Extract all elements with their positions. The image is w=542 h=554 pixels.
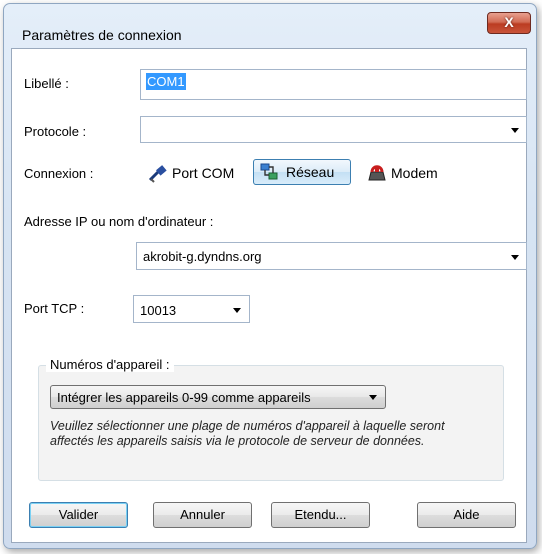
port-tcp-value: 10013 bbox=[140, 303, 177, 318]
chevron-down-icon bbox=[511, 255, 519, 260]
annuler-button[interactable]: Annuler bbox=[153, 502, 252, 528]
connexion-option-reseau[interactable]: Réseau bbox=[253, 159, 351, 185]
port-tcp-label: Port TCP : bbox=[24, 301, 85, 316]
port-com-icon bbox=[148, 163, 168, 183]
libelle-value: COM1 bbox=[146, 73, 186, 90]
libelle-label: Libellé : bbox=[24, 76, 69, 91]
adresse-value: akrobit-g.dyndns.org bbox=[143, 249, 262, 264]
network-icon bbox=[260, 163, 278, 181]
connexion-option-modem[interactable]: Modem bbox=[366, 162, 438, 184]
connexion-option-port-com[interactable]: Port COM bbox=[148, 163, 234, 183]
modem-icon bbox=[366, 162, 388, 184]
chevron-down-icon bbox=[369, 395, 377, 400]
close-button[interactable]: X bbox=[487, 12, 531, 34]
port-tcp-combobox[interactable]: 10013 bbox=[133, 295, 250, 323]
port-com-label: Port COM bbox=[172, 165, 235, 181]
chevron-down-icon bbox=[233, 308, 241, 313]
modem-label: Modem bbox=[391, 165, 438, 181]
adresse-label: Adresse IP ou nom d'ordinateur : bbox=[24, 214, 214, 229]
reseau-label: Réseau bbox=[286, 164, 335, 180]
numeros-select[interactable]: Intégrer les appareils 0-99 comme appare… bbox=[50, 385, 386, 409]
connexion-label: Connexion : bbox=[24, 166, 94, 181]
numeros-group-title: Numéros d'appareil : bbox=[46, 357, 174, 372]
etendu-button[interactable]: Etendu... bbox=[271, 502, 370, 528]
chevron-down-icon bbox=[511, 128, 519, 133]
dialog-client-area: Libellé : COM1 Protocole : Connexion : P… bbox=[11, 48, 527, 543]
numeros-note: Veuillez sélectionner une plage de numér… bbox=[50, 419, 445, 448]
valider-button[interactable]: Valider bbox=[29, 502, 128, 528]
libelle-input[interactable]: COM1 bbox=[140, 69, 527, 100]
adresse-combobox[interactable]: akrobit-g.dyndns.org bbox=[136, 242, 527, 270]
protocole-select[interactable] bbox=[140, 116, 527, 143]
dialog-title: Paramètres de connexion bbox=[22, 27, 182, 43]
numeros-selected-value: Intégrer les appareils 0-99 comme appare… bbox=[57, 390, 311, 405]
protocole-label: Protocole : bbox=[24, 124, 87, 139]
aide-button[interactable]: Aide bbox=[417, 502, 516, 528]
